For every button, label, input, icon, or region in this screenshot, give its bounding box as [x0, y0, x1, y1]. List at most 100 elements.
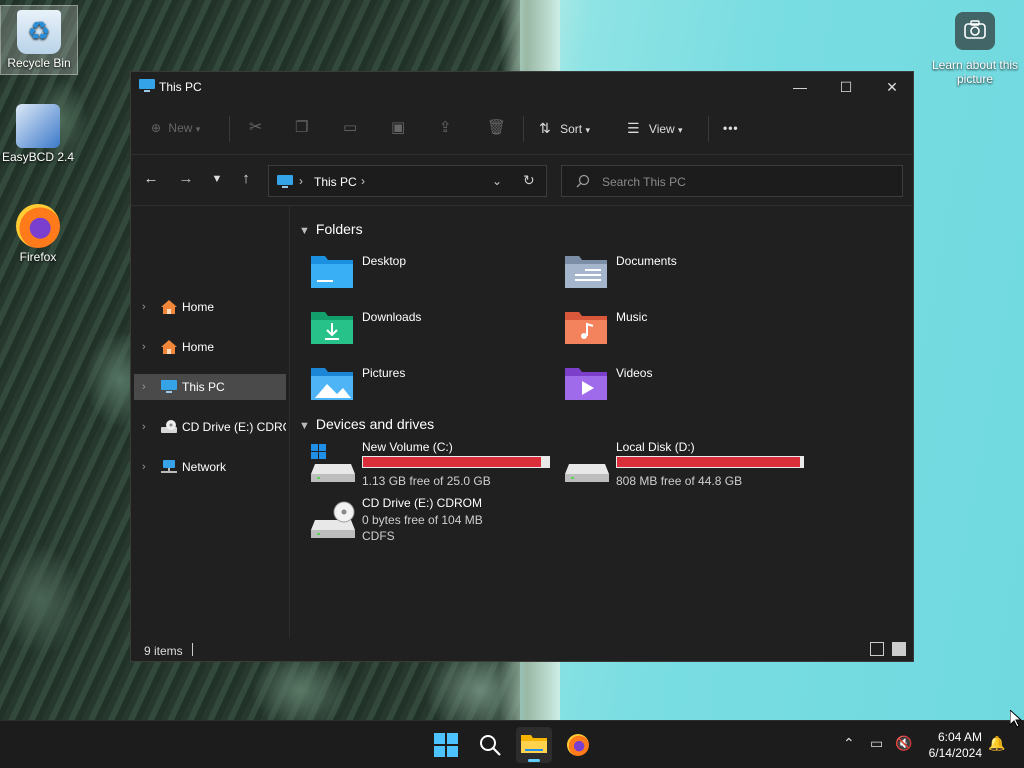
- drive-c[interactable]: New Volume (C:) 1.13 GB free of 25.0 GB: [311, 440, 561, 500]
- desktop-icon-label: Recycle Bin: [7, 56, 71, 70]
- rename-button[interactable]: ▣: [391, 116, 405, 140]
- sidebar-item-home[interactable]: › Home: [134, 334, 286, 360]
- cut-button[interactable]: ✂: [249, 116, 262, 140]
- sidebar-item-label: Home: [182, 300, 215, 314]
- folder-label: Downloads: [362, 310, 422, 324]
- sort-button[interactable]: ⇅ Sort ▾: [539, 116, 590, 140]
- refresh-icon[interactable]: ↻: [523, 172, 535, 189]
- folder-pictures[interactable]: Pictures: [311, 364, 551, 408]
- folders-section-header[interactable]: ▼ Folders: [299, 221, 363, 237]
- navigation-bar: ← → ▼ ↑ › This PC › ⌄ ↻: [131, 155, 913, 206]
- desktop-icon-label: EasyBCD 2.4: [1, 150, 75, 164]
- folder-downloads[interactable]: Downloads: [311, 308, 551, 352]
- maximize-button[interactable]: ☐: [823, 72, 869, 102]
- section-title: Devices and drives: [315, 416, 435, 432]
- chevron-right-icon[interactable]: ›: [142, 414, 146, 440]
- plus-circle-icon: ⊕: [151, 121, 162, 135]
- sidebar-item-cd-drive[interactable]: › CD Drive (E:) CDROM: [134, 414, 286, 440]
- chevron-right-icon[interactable]: ›: [361, 174, 365, 188]
- forward-button[interactable]: →: [174, 167, 198, 191]
- paste-button[interactable]: ▭: [343, 116, 357, 140]
- copy-button[interactable]: ❐: [295, 116, 308, 140]
- item-count: 9 items: [144, 644, 183, 658]
- chevron-down-icon[interactable]: ⌄: [492, 174, 502, 188]
- folder-music[interactable]: Music: [565, 308, 805, 352]
- chevron-down-icon: ▼: [299, 420, 310, 432]
- delete-button[interactable]: 🗑: [487, 116, 506, 140]
- chevron-right-icon[interactable]: ›: [142, 294, 146, 320]
- clock[interactable]: 6:04 AM 6/14/2024: [929, 729, 982, 761]
- scissors-icon: ✂: [249, 119, 263, 136]
- sidebar-item-label: This PC: [182, 380, 225, 394]
- desktop-icon-easybcd[interactable]: EasyBCD 2.4: [0, 100, 76, 164]
- network-tray-icon[interactable]: ▭: [870, 735, 883, 752]
- pictures-folder-icon: [311, 368, 353, 400]
- file-explorer-window: This PC — ☐ ✕ ⊕ New ▾ ✂ ❐ ▭ ▣ ⇪ 🗑 ⇅ Sort…: [130, 71, 914, 662]
- sidebar-item-this-pc[interactable]: › This PC: [134, 374, 286, 400]
- this-pc-icon: [277, 175, 293, 188]
- minimize-button[interactable]: —: [777, 72, 823, 102]
- close-button[interactable]: ✕: [869, 72, 915, 102]
- folder-label: Documents: [616, 254, 677, 268]
- share-button[interactable]: ⇪: [439, 116, 452, 140]
- folder-label: Desktop: [362, 254, 407, 268]
- chevron-right-icon[interactable]: ›: [142, 454, 146, 480]
- hard-drive-icon: [565, 464, 609, 482]
- file-explorer-taskbar-button[interactable]: [516, 727, 552, 763]
- search-input[interactable]: [600, 172, 894, 192]
- new-label: New: [168, 121, 193, 135]
- breadcrumb-this-pc[interactable]: This PC: [314, 175, 357, 189]
- clock-time: 6:04 AM: [937, 730, 982, 744]
- show-hidden-icons-button[interactable]: ⌃: [843, 735, 855, 752]
- drive-name: CD Drive (E:) CDROM: [362, 496, 482, 510]
- navigation-pane: › Home › Home › This PC › CD Drive (E:) …: [131, 206, 290, 638]
- large-icons-view-icon[interactable]: [892, 642, 906, 656]
- new-button[interactable]: ⊕ New ▾: [151, 116, 200, 140]
- spotlight-camera-button[interactable]: [955, 12, 995, 50]
- search-icon: [480, 735, 501, 756]
- sidebar-item-label: CD Drive (E:) CDROM: [182, 420, 286, 434]
- notifications-icon[interactable]: 🔔: [988, 735, 1005, 752]
- recent-locations-button[interactable]: ▼: [205, 167, 229, 191]
- drive-file-system: CDFS: [362, 529, 395, 543]
- desktop-icon-label: Firefox: [19, 250, 57, 264]
- command-bar: ⊕ New ▾ ✂ ❐ ▭ ▣ ⇪ 🗑 ⇅ Sort ▾ ☰ View ▾ ••…: [131, 102, 913, 155]
- camera-icon: [964, 20, 986, 39]
- start-button[interactable]: [428, 727, 464, 763]
- desktop-folder-icon: [311, 256, 353, 288]
- chevron-right-icon[interactable]: ›: [142, 374, 146, 400]
- more-options-button[interactable]: •••: [723, 116, 739, 140]
- folder-documents[interactable]: Documents: [565, 252, 805, 296]
- folder-desktop[interactable]: Desktop: [311, 252, 551, 296]
- spotlight-label[interactable]: Learn about this picture: [930, 58, 1020, 86]
- sidebar-item-home[interactable]: › Home: [134, 294, 286, 320]
- drive-free-space: 1.13 GB free of 25.0 GB: [362, 474, 491, 488]
- volume-muted-icon[interactable]: 🔇: [895, 735, 912, 752]
- chevron-right-icon: ›: [299, 174, 303, 188]
- chevron-right-icon[interactable]: ›: [142, 334, 146, 360]
- search-box[interactable]: [561, 165, 903, 197]
- search-taskbar-button[interactable]: [472, 727, 508, 763]
- drive-d[interactable]: Local Disk (D:) 808 MB free of 44.8 GB: [565, 440, 815, 500]
- details-view-icon[interactable]: [870, 642, 884, 656]
- chevron-down-icon: ▼: [211, 173, 223, 185]
- view-button[interactable]: ☰ View ▾: [627, 116, 683, 140]
- desktop-icon-firefox[interactable]: Firefox: [0, 200, 76, 264]
- clock-date: 6/14/2024: [928, 746, 982, 760]
- drive-e[interactable]: CD Drive (E:) CDROM 0 bytes free of 104 …: [311, 496, 561, 560]
- back-button[interactable]: ←: [139, 167, 163, 191]
- drives-section-header[interactable]: ▼ Devices and drives: [299, 416, 434, 432]
- address-bar[interactable]: › This PC › ⌄ ↻: [268, 165, 547, 197]
- drive-name: Local Disk (D:): [616, 440, 695, 454]
- firefox-icon: [16, 204, 60, 248]
- easybcd-icon: [16, 104, 60, 148]
- up-button[interactable]: ↑: [234, 167, 258, 191]
- sidebar-item-network[interactable]: › Network: [134, 454, 286, 480]
- title-bar[interactable]: This PC — ☐ ✕: [131, 72, 913, 102]
- folder-videos[interactable]: Videos: [565, 364, 805, 408]
- desktop-icon-recycle-bin[interactable]: Recycle Bin: [0, 5, 78, 75]
- firefox-taskbar-button[interactable]: [560, 727, 596, 763]
- view-list-icon: ☰: [627, 120, 640, 136]
- cd-drive-icon: [311, 501, 355, 538]
- trash-icon: 🗑: [487, 119, 507, 136]
